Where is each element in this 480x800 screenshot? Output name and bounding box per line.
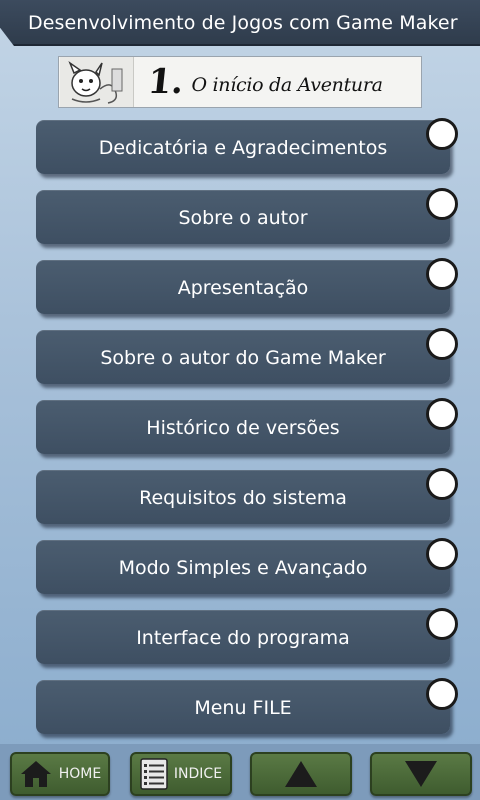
chapter-menu: Dedicatória e Agradecimentos Sobre o aut…	[0, 0, 480, 800]
menu-item-label: Sobre o autor do Game Maker	[100, 347, 386, 369]
read-status-circle-icon[interactable]	[426, 468, 458, 500]
index-label: INDICE	[173, 766, 223, 782]
next-button[interactable]	[370, 752, 472, 796]
index-button[interactable]: INDICE	[130, 752, 232, 796]
read-status-circle-icon[interactable]	[426, 188, 458, 220]
menu-item-requisitos[interactable]: Requisitos do sistema	[36, 468, 458, 524]
menu-item-autor-game-maker[interactable]: Sobre o autor do Game Maker	[36, 328, 458, 384]
arrow-up-icon	[283, 759, 319, 789]
house-icon	[19, 759, 53, 789]
menu-item-dedicatoria[interactable]: Dedicatória e Agradecimentos	[36, 118, 458, 174]
menu-item-apresentacao[interactable]: Apresentação	[36, 258, 458, 314]
home-label: HOME	[58, 766, 102, 782]
read-status-circle-icon[interactable]	[426, 678, 458, 710]
menu-item-label: Requisitos do sistema	[139, 487, 347, 509]
menu-item-label: Menu FILE	[194, 697, 292, 719]
list-icon	[140, 758, 168, 790]
menu-item-modo-simples-avancado[interactable]: Modo Simples e Avançado	[36, 538, 458, 594]
menu-item-label: Dedicatória e Agradecimentos	[98, 137, 388, 159]
read-status-circle-icon[interactable]	[426, 398, 458, 430]
home-button[interactable]: HOME	[10, 752, 110, 796]
menu-item-label: Histórico de versões	[146, 417, 340, 439]
menu-item-label: Sobre o autor	[178, 207, 308, 229]
arrow-down-icon	[403, 759, 439, 789]
bottom-nav-bar: HOME INDICE	[0, 744, 480, 800]
menu-item-interface[interactable]: Interface do programa	[36, 608, 458, 664]
menu-item-menu-file[interactable]: Menu FILE	[36, 678, 458, 734]
menu-item-label: Apresentação	[177, 277, 309, 299]
menu-item-sobre-autor[interactable]: Sobre o autor	[36, 188, 458, 244]
menu-item-label: Interface do programa	[136, 627, 350, 649]
read-status-circle-icon[interactable]	[426, 118, 458, 150]
read-status-circle-icon[interactable]	[426, 538, 458, 570]
read-status-circle-icon[interactable]	[426, 608, 458, 640]
menu-item-historico-versoes[interactable]: Histórico de versões	[36, 398, 458, 454]
read-status-circle-icon[interactable]	[426, 258, 458, 290]
menu-item-label: Modo Simples e Avançado	[118, 557, 368, 579]
read-status-circle-icon[interactable]	[426, 328, 458, 360]
previous-button[interactable]	[250, 752, 352, 796]
